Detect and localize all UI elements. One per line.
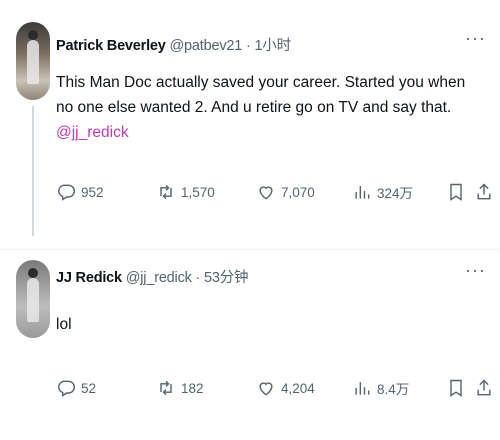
views-count: 324万 [377,186,414,201]
retweet-count: 1,570 [181,184,215,200]
like-count: 7,070 [281,184,315,200]
retweet-icon [160,184,172,200]
views-icon [355,382,370,395]
share-icon [477,183,491,200]
reply-button[interactable]: 952 [56,180,104,204]
reply-count: 52 [81,380,97,396]
tweet[interactable]: JJ Redick @jj_redick · 53分钟 ··· lol 52 1… [0,250,500,440]
tweet-header: Patrick Beverley @patbev21 · 1小时 [56,34,291,55]
share-button[interactable] [474,376,494,400]
tweet-text-body: This Man Doc actually saved your career.… [56,74,466,116]
like-icon [259,186,273,200]
like-button[interactable]: 4,204 [256,376,315,400]
share-button[interactable] [474,180,494,204]
views-count: 8.4万 [377,382,410,397]
bookmark-button[interactable] [446,376,466,400]
separator: · [195,270,201,286]
mention-link[interactable]: @jj_redick [56,124,129,141]
retweet-button[interactable]: 182 [156,376,204,400]
timestamp[interactable]: 53分钟 [204,270,249,286]
reply-count: 952 [81,184,104,200]
like-button[interactable]: 7,070 [256,180,315,204]
reply-icon [58,380,76,397]
avatar[interactable] [16,22,50,100]
views-button[interactable]: 324万 [352,180,413,204]
author-name[interactable]: JJ Redick [56,270,122,286]
more-icon[interactable]: ··· [465,260,486,281]
author-handle[interactable]: @jj_redick [126,270,192,286]
bookmark-button[interactable] [446,180,466,204]
retweet-button[interactable]: 1,570 [156,180,215,204]
retweet-count: 182 [181,380,204,396]
retweet-icon [160,380,172,396]
author-handle[interactable]: @patbev21 [170,38,243,54]
author-name[interactable]: Patrick Beverley [56,38,166,54]
separator: · [245,38,251,54]
timestamp[interactable]: 1小时 [254,38,291,54]
thread-line [32,106,34,236]
like-count: 4,204 [281,380,315,396]
action-bar: 952 1,570 7,070 324万 [56,180,496,204]
views-button[interactable]: 8.4万 [352,376,409,400]
more-icon[interactable]: ··· [465,28,486,49]
bookmark-icon [450,379,462,397]
tweet-text: lol [56,312,72,337]
tweet-text: This Man Doc actually saved your career.… [56,70,486,145]
tweet-header: JJ Redick @jj_redick · 53分钟 [56,266,249,287]
reply-button[interactable]: 52 [56,376,96,400]
share-icon [477,379,491,396]
reply-icon [58,184,76,201]
views-icon [355,186,370,199]
action-bar: 52 182 4,204 8.4万 [56,376,496,400]
like-icon [259,382,273,396]
tweet[interactable]: Patrick Beverley @patbev21 · 1小时 ··· Thi… [0,0,500,250]
tweet-text-body: lol [56,316,72,333]
avatar[interactable] [16,260,50,338]
bookmark-icon [450,183,462,201]
